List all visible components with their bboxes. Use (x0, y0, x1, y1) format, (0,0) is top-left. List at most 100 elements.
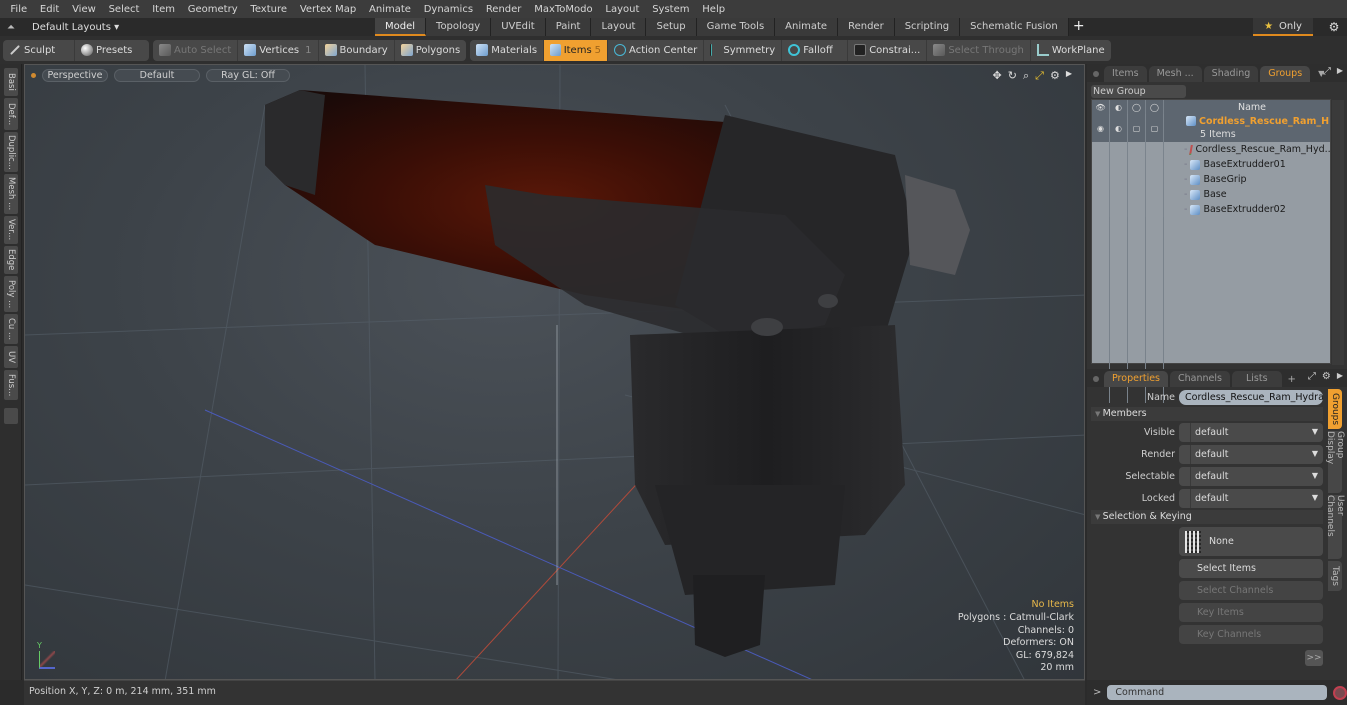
symmetry-button[interactable]: Symmetry (704, 39, 783, 61)
items-button[interactable]: Items 5 (544, 39, 609, 61)
menu-dynamics[interactable]: Dynamics (417, 4, 479, 15)
workplane-button[interactable]: WorkPlane (1031, 40, 1111, 61)
tool-tab-vertex[interactable]: Ver... (4, 216, 18, 244)
key-items-button[interactable]: Key Items (1179, 603, 1323, 622)
select-through-button[interactable]: Select Through (927, 39, 1031, 61)
select-items-button[interactable]: Select Items (1179, 559, 1323, 578)
selection-keying-section-header[interactable]: ▼ Selection & Keying (1091, 510, 1323, 524)
props-gear-icon[interactable]: ⚙ (1322, 371, 1331, 382)
locked-select[interactable]: default ▼ (1179, 488, 1323, 508)
group-child-row[interactable]: - Cordless_Rescue_Ram_Hyd... (1092, 142, 1330, 157)
tab-setup[interactable]: Setup (646, 18, 697, 36)
tool-tab-extra[interactable] (4, 408, 18, 424)
tab-animate[interactable]: Animate (775, 18, 839, 36)
falloff-button[interactable]: Falloff (782, 39, 849, 61)
panel-arrow-icon[interactable]: ▶ (1337, 66, 1343, 77)
groups-list-scrollbar[interactable] (1332, 100, 1344, 365)
panel-menu-dot[interactable] (1093, 71, 1099, 77)
tool-tab-basic[interactable]: Basi (4, 68, 18, 96)
menu-maxtomodo[interactable]: MaxToModo (528, 4, 599, 15)
group-child-row[interactable]: - Base (1092, 187, 1330, 202)
sculpt-button[interactable]: Sculpt (3, 39, 75, 61)
members-section-header[interactable]: ▼ Members (1091, 407, 1323, 421)
tab-model[interactable]: Model (375, 18, 427, 36)
select-column-icon[interactable]: ◯ (1146, 100, 1164, 114)
menu-animate[interactable]: Animate (363, 4, 418, 15)
tool-tab-curve[interactable]: Cu ... (4, 314, 18, 344)
visibility-column-icon[interactable]: 👁 (1092, 100, 1110, 114)
tab-groups[interactable]: Groups (1260, 66, 1311, 82)
tab-schematic-fusion[interactable]: Schematic Fusion (960, 18, 1069, 36)
tool-tab-deform[interactable]: Def... (4, 98, 18, 130)
collapse-up-icon[interactable]: ⏶ (0, 22, 22, 33)
boundary-button[interactable]: Boundary (319, 39, 395, 61)
side-tab-tags[interactable]: Tags (1328, 561, 1342, 591)
command-input[interactable]: Command (1107, 685, 1328, 700)
viewport-expand-arrow-icon[interactable]: ▶ (1066, 69, 1072, 83)
tab-topology[interactable]: Topology (426, 18, 492, 36)
visible-select[interactable]: default ▼ (1179, 422, 1323, 442)
auto-select-button[interactable]: Auto Select (153, 39, 239, 61)
tab-shading[interactable]: Shading (1203, 66, 1259, 82)
vertices-button[interactable]: Vertices 1 (238, 39, 319, 61)
tab-game-tools[interactable]: Game Tools (696, 18, 776, 36)
tool-tab-polygon[interactable]: Poly ... (4, 276, 18, 312)
tab-channels[interactable]: Channels (1170, 371, 1230, 387)
tab-mesh[interactable]: Mesh ... (1148, 66, 1202, 82)
presets-button[interactable]: Presets (75, 40, 138, 61)
action-center-button[interactable]: Action Center (608, 39, 705, 61)
group-child-row[interactable]: - BaseExtrudder01 (1092, 157, 1330, 172)
menu-layout[interactable]: Layout (599, 4, 646, 15)
props-menu-dot[interactable] (1093, 376, 1099, 382)
props-arrow-icon[interactable]: ▶ (1337, 371, 1343, 382)
group-child-row[interactable]: - BaseGrip (1092, 172, 1330, 187)
rescue-ram-model[interactable] (265, 90, 970, 657)
menu-render[interactable]: Render (479, 4, 527, 15)
maximize-icon[interactable]: ⤢ (1035, 69, 1044, 83)
tool-tab-mesh[interactable]: Mesh ... (4, 174, 18, 214)
selection-none-button[interactable]: None (1179, 527, 1323, 556)
menu-vertex-map[interactable]: Vertex Map (293, 4, 362, 15)
tool-tab-edge[interactable]: Edge (4, 246, 18, 274)
name-column-header[interactable]: Name (1226, 102, 1266, 113)
select-channels-button[interactable]: Select Channels (1179, 581, 1323, 600)
only-toggle[interactable]: ★ Only (1253, 18, 1313, 36)
raygl-toggle[interactable]: Ray GL: Off (206, 68, 290, 82)
tool-tab-fusion[interactable]: Fus... (4, 370, 18, 400)
expand-panel-icon[interactable]: ⤢ (1323, 66, 1331, 77)
render-select[interactable]: default ▼ (1179, 444, 1323, 464)
group-row[interactable]: ◉ ◐ ▢ ▢ Cordless_Rescue_Ram_H ... 5 Item… (1092, 114, 1343, 142)
render-column-icon[interactable]: ◐ (1110, 100, 1128, 114)
constraints-button[interactable]: Constrai... (848, 39, 928, 61)
group-select-toggle[interactable]: ▢ (1146, 114, 1164, 142)
menu-help[interactable]: Help (696, 4, 732, 15)
view-perspective-dropdown[interactable]: Perspective (42, 68, 108, 82)
tab-scripting[interactable]: Scripting (894, 18, 961, 36)
rotate-icon[interactable]: ↻ (1008, 69, 1017, 83)
tab-properties[interactable]: Properties (1104, 371, 1169, 387)
polygons-button[interactable]: Polygons (395, 40, 467, 61)
menu-edit[interactable]: Edit (34, 4, 66, 15)
tab-lists[interactable]: Lists (1231, 371, 1282, 387)
record-macro-icon[interactable] (1333, 685, 1347, 700)
tab-layout[interactable]: Layout (591, 18, 647, 36)
zoom-icon[interactable]: ⌕ (1023, 69, 1029, 83)
menu-view[interactable]: View (66, 4, 103, 15)
menu-texture[interactable]: Texture (244, 4, 293, 15)
add-props-tab-button[interactable]: + (1288, 374, 1296, 385)
tool-tab-uv[interactable]: UV (4, 346, 18, 368)
viewport-gear-icon[interactable]: ⚙ (1050, 69, 1060, 83)
key-channels-button[interactable]: Key Channels (1179, 625, 1323, 644)
tab-items[interactable]: Items (1104, 66, 1147, 82)
side-tab-group-display[interactable]: Group Display (1325, 431, 1345, 493)
move-icon[interactable]: ✥ (993, 69, 1002, 83)
add-tab-button[interactable]: + (1069, 18, 1089, 36)
group-visibility-toggle[interactable]: ◉ (1092, 114, 1110, 142)
expand-props-icon[interactable]: ⤢ (1308, 371, 1316, 382)
3d-viewport[interactable]: Perspective Default Ray GL: Off ✥ ↻ ⌕ ⤢ … (24, 64, 1085, 680)
menu-item[interactable]: Item (146, 4, 182, 15)
tab-paint[interactable]: Paint (545, 18, 592, 36)
more-button[interactable]: >> (1305, 650, 1323, 666)
lock-column-icon[interactable]: ◯ (1128, 100, 1146, 114)
side-tab-user-channels[interactable]: User Channels (1325, 495, 1345, 559)
